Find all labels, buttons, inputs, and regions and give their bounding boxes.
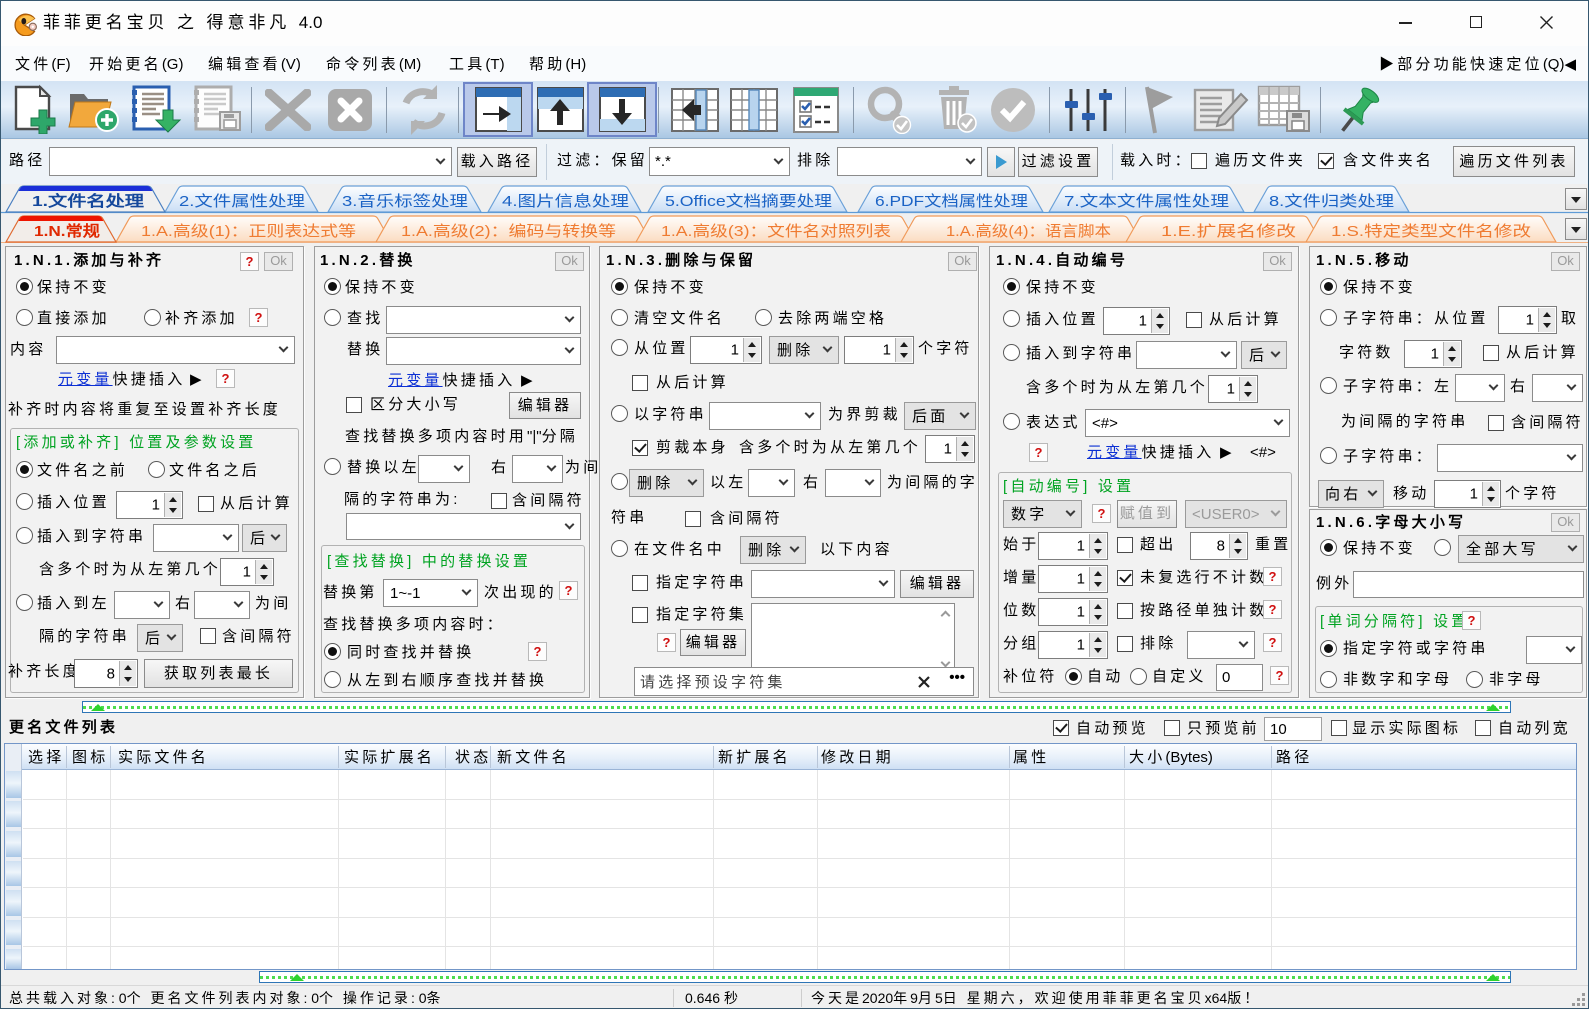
svg-text:1.N.常规: 1.N.常规 — [34, 222, 100, 240]
svg-text:5.Office文档摘要处理: 5.Office文档摘要处理 — [665, 192, 832, 210]
svg-text:7.文本文件属性处理: 7.文本文件属性处理 — [1064, 193, 1229, 210]
svg-text:2.文件属性处理: 2.文件属性处理 — [179, 193, 305, 210]
svg-text:4.图片信息处理: 4.图片信息处理 — [502, 193, 629, 210]
svg-text:1.A.高级(3)：文件名对照列表: 1.A.高级(3)：文件名对照列表 — [661, 223, 891, 240]
svg-text:1.A.高级(1)：正则表达式等: 1.A.高级(1)：正则表达式等 — [141, 222, 356, 240]
svg-text:6.PDF文档属性处理: 6.PDF文档属性处理 — [875, 193, 1028, 210]
svg-text:1.A.高级(2)：编码与转换等: 1.A.高级(2)：编码与转换等 — [401, 222, 616, 240]
svg-text:1.S.特定类型文件名修改: 1.S.特定类型文件名修改 — [1331, 223, 1531, 240]
svg-text:8.文件归类处理: 8.文件归类处理 — [1269, 193, 1394, 210]
svg-text:3.音乐标签处理: 3.音乐标签处理 — [342, 193, 468, 210]
svg-text:1.文件名处理: 1.文件名处理 — [32, 192, 144, 210]
svg-text:1.A.高级(4)：语言脚本: 1.A.高级(4)：语言脚本 — [946, 223, 1111, 240]
svg-text:1.E.扩展名修改: 1.E.扩展名修改 — [1161, 223, 1296, 240]
